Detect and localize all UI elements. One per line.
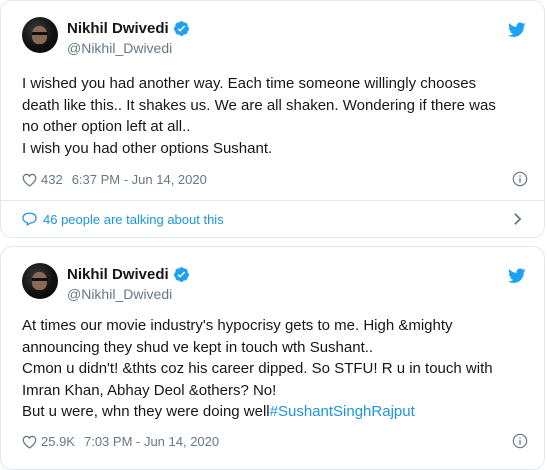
tweet-text-line-with-hashtag: But u were, whn they were doing well#Sus… bbox=[22, 401, 528, 423]
info-icon[interactable] bbox=[512, 433, 528, 449]
tweet-text-line: I wished you had another way. Each time … bbox=[22, 75, 477, 92]
heart-icon[interactable] bbox=[22, 435, 37, 449]
author-handle[interactable]: @Nikhil_Dwivedi bbox=[67, 286, 172, 302]
tweet-text-line: announcing they shud ve kept in touch wt… bbox=[22, 338, 374, 356]
tweet-meta-row: 432 6:37 PM - Jun 14, 2020 bbox=[22, 171, 528, 187]
tweet-text-line: Cmon u didn't! &thts coz his career dipp… bbox=[22, 360, 493, 377]
tweet-card-2[interactable]: Nikhil Dwivedi @Nikhil_Dwivedi At times … bbox=[0, 246, 545, 470]
verified-badge-icon bbox=[173, 21, 189, 36]
info-icon[interactable] bbox=[512, 171, 528, 187]
tweet-card-1[interactable]: Nikhil Dwivedi @Nikhil_Dwivedi I wished … bbox=[0, 0, 545, 238]
author-name[interactable]: Nikhil Dwivedi bbox=[67, 266, 169, 283]
divider bbox=[1, 200, 544, 201]
tweet-text: I wished you had another way. Each time … bbox=[22, 73, 528, 159]
tweet-text-line: At times our movie industry's hypocrisy … bbox=[22, 317, 453, 334]
author-name[interactable]: Nikhil Dwivedi bbox=[67, 20, 169, 37]
tweet-text-line: I wish you had other options Sushant. bbox=[22, 139, 273, 157]
hashtag-link[interactable]: #SushantSinghRajput bbox=[270, 403, 415, 420]
comment-icon bbox=[22, 212, 37, 226]
tweet-header: Nikhil Dwivedi @Nikhil_Dwivedi bbox=[1, 1, 544, 59]
author-name-row[interactable]: Nikhil Dwivedi bbox=[67, 266, 190, 283]
tweet-text-line: no other option left at all.. bbox=[22, 118, 191, 135]
tweet-text: At times our movie industry's hypocrisy … bbox=[22, 315, 528, 423]
talking-about-link[interactable]: 46 people are talking about this bbox=[22, 208, 528, 230]
timestamp[interactable]: 7:03 PM - Jun 14, 2020 bbox=[84, 434, 219, 449]
tweet-header: Nikhil Dwivedi @Nikhil_Dwivedi bbox=[1, 247, 544, 305]
avatar[interactable] bbox=[22, 263, 58, 299]
timestamp[interactable]: 6:37 PM - Jun 14, 2020 bbox=[72, 172, 207, 187]
author-name-row[interactable]: Nikhil Dwivedi bbox=[67, 20, 190, 37]
avatar[interactable] bbox=[22, 17, 58, 53]
tweet-text-line: Imran Khan, Abhay Deol &others? No! bbox=[22, 381, 277, 399]
heart-icon[interactable] bbox=[22, 173, 37, 187]
chevron-right-icon[interactable] bbox=[513, 212, 522, 226]
talking-about-label[interactable]: 46 people are talking about this bbox=[43, 212, 224, 227]
like-count: 25.9K bbox=[41, 434, 75, 449]
like-count: 432 bbox=[41, 172, 63, 187]
tweet-text-line: But u were, whn they were doing well bbox=[22, 403, 270, 420]
tweet-meta-row: 25.9K 7:03 PM - Jun 14, 2020 bbox=[22, 433, 528, 449]
verified-badge-icon bbox=[173, 267, 189, 282]
twitter-bird-icon[interactable] bbox=[508, 268, 526, 284]
twitter-bird-icon[interactable] bbox=[508, 22, 526, 38]
author-handle[interactable]: @Nikhil_Dwivedi bbox=[67, 40, 172, 56]
tweet-text-line: death like this.. It shakes us. We are a… bbox=[22, 96, 496, 114]
